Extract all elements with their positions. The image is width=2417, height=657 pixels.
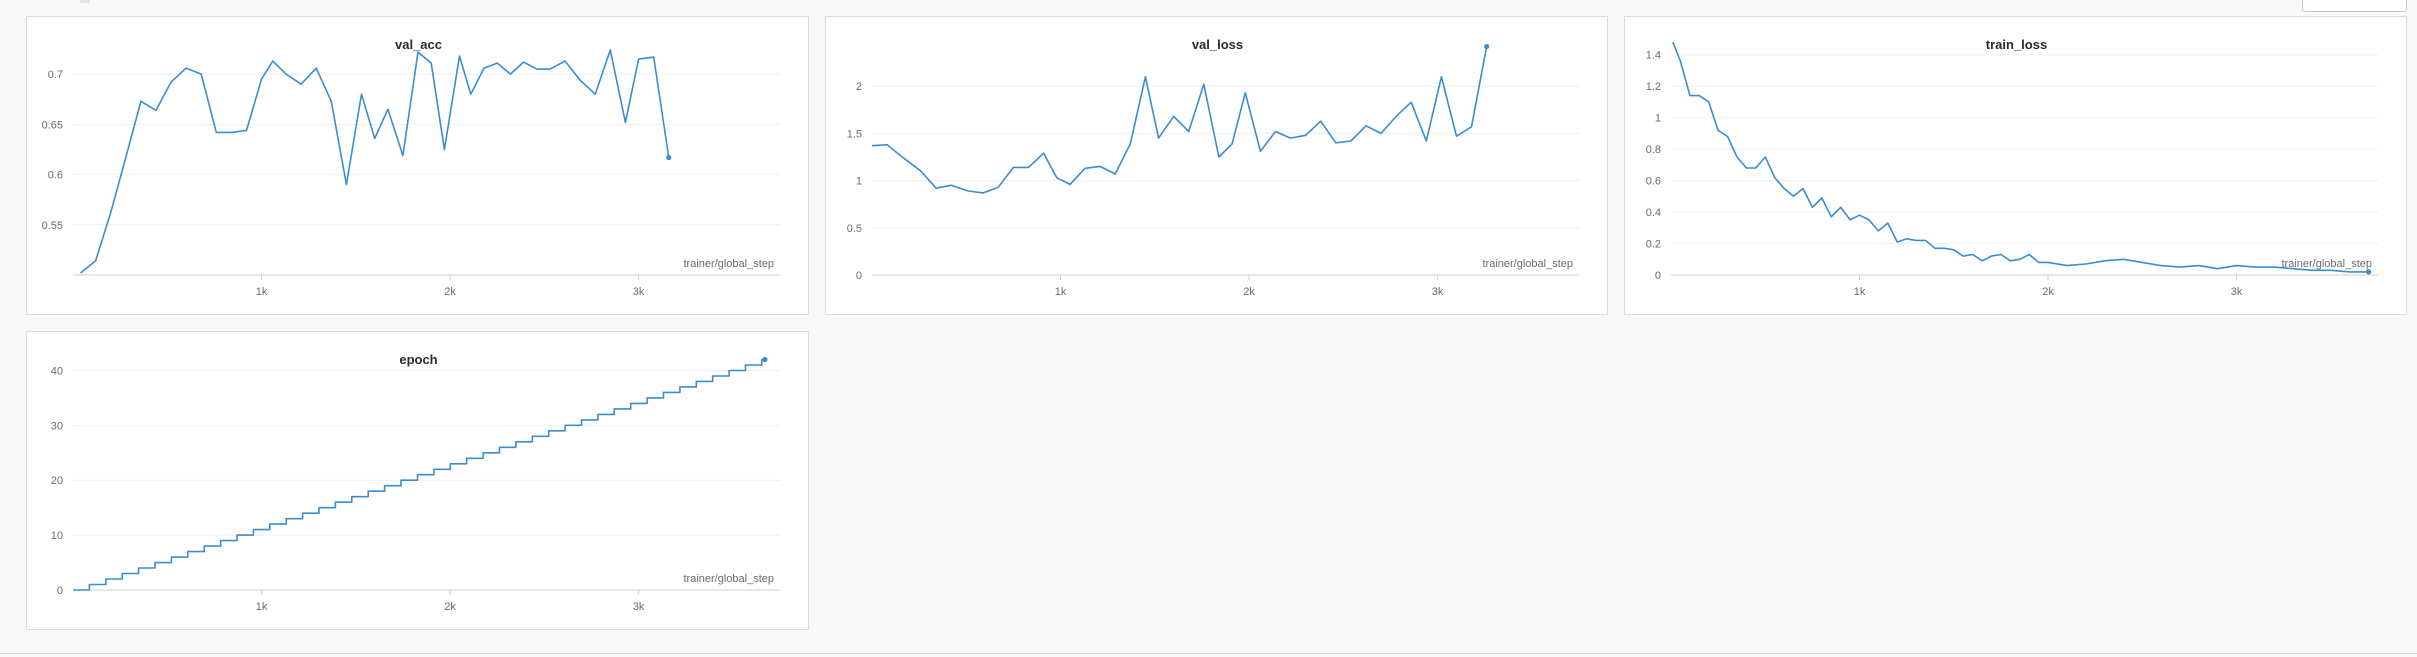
- y-tick-label: 0: [57, 585, 63, 597]
- series-last-point: [1484, 43, 1490, 50]
- toolbar-button[interactable]: [2302, 0, 2407, 12]
- y-tick-label: 1: [856, 176, 862, 188]
- series-line: [73, 358, 765, 591]
- y-tick-label: 0.4: [1646, 207, 1661, 219]
- x-tick-label: 2k: [1243, 286, 1255, 298]
- y-tick-label: 0.7: [48, 69, 63, 81]
- y-tick-label: 10: [51, 530, 63, 542]
- y-tick-label: 30: [51, 420, 63, 432]
- x-tick-label: 1k: [256, 286, 268, 298]
- y-tick-label: 0: [856, 270, 862, 282]
- x-axis-label: trainer/global_step: [683, 258, 774, 270]
- x-axis-label: trainer/global_step: [1482, 258, 1573, 270]
- y-tick-label: 1.4: [1646, 50, 1661, 62]
- chart-title: val_loss: [1192, 37, 1243, 52]
- y-tick-label: 0.8: [1646, 144, 1661, 156]
- x-tick-label: 2k: [2042, 286, 2054, 298]
- y-tick-label: 0.6: [1646, 176, 1661, 188]
- y-tick-label: 20: [51, 475, 63, 487]
- y-tick-label: 1.5: [847, 128, 862, 140]
- x-axis-label: trainer/global_step: [683, 573, 774, 585]
- chart-svg-epoch: epoch 0 10 20 30 40 1k 2k 3k trainer/global_step: [51, 352, 780, 613]
- chart-panel-val-loss: val_loss 0 0.5 1 1.5 2 1k 2k 3k trainer/global_st…: [825, 16, 1608, 315]
- x-tick-label: 1k: [1854, 286, 1866, 298]
- page-bottom-divider: [0, 653, 2417, 654]
- chart-svg-train-loss: train_loss00.20.40.60.811.21.41k 2k 3ktrai…: [1646, 37, 2378, 298]
- chart-title: epoch: [399, 352, 437, 367]
- y-tick-label: 1.2: [1646, 81, 1661, 93]
- x-tick-label: 1k: [1055, 286, 1067, 298]
- x-tick-label: 3k: [633, 286, 645, 298]
- series-last-point: [2365, 269, 2372, 275]
- x-tick-label: 3k: [2231, 286, 2243, 298]
- y-tick-label: 0.65: [42, 119, 63, 131]
- series-line: [1672, 41, 2369, 273]
- x-tick-label: 2k: [444, 286, 456, 298]
- x-tick-label: 3k: [1432, 286, 1444, 298]
- y-tick-label: 0.6: [48, 170, 63, 182]
- chart-panel-train-loss: train_loss 0 0.2 0.4 0.6 0.8 1 1.2 1.4 1k 2k 3k trai…: [1624, 16, 2407, 315]
- chart-svg-val-loss: val_loss 0 0.5 1 1.5 2 1k 2k 3k trainer/global_st…: [847, 37, 1579, 298]
- y-tick-label: 2: [856, 81, 862, 93]
- series-last-point: [762, 356, 768, 363]
- y-tick-label: 0: [1655, 270, 1661, 282]
- x-tick-label: 2k: [444, 601, 456, 613]
- chart-title: val_acc: [395, 37, 442, 52]
- top-toolbar-mark: [80, 0, 90, 3]
- y-tick-label: 40: [51, 365, 63, 377]
- y-tick-label: 1: [1655, 113, 1661, 125]
- y-tick-label: 0.5: [847, 223, 862, 235]
- x-tick-label: 3k: [633, 601, 645, 613]
- y-tick-label: 0.55: [42, 220, 63, 232]
- x-tick-label: 1k: [256, 601, 268, 613]
- y-tick-label: 0.2: [1646, 239, 1661, 251]
- series-line: [79, 49, 670, 274]
- chart-panel-epoch: epoch 0 10 20 30 40 1k 2k 3k trainer/global_step: [26, 331, 809, 630]
- chart-panel-val-acc: val_acc 0.55 0.6 0.65 0.7 1k 2k 3k trainer/globa…: [26, 16, 809, 315]
- chart-svg-val-acc: val_acc 0.55 0.6 0.65 0.7 1k 2k 3k trainer/globa…: [42, 37, 780, 298]
- series-line: [871, 46, 1488, 194]
- series-last-point: [666, 154, 672, 161]
- chart-title: train_loss: [1986, 37, 2047, 52]
